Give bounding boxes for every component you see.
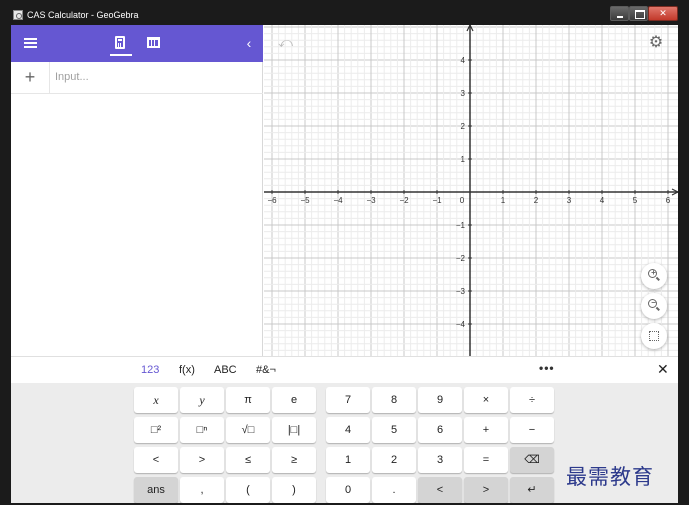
zoom-in-button[interactable]: + [641,263,667,289]
x-tick-label: −1 [432,196,442,205]
x-tick-label: −6 [267,196,277,205]
minimize-button[interactable] [610,6,629,21]
key-5[interactable]: 5 [372,417,416,443]
x-tick-label: −3 [366,196,376,205]
key-greater-equal[interactable]: ≥ [272,447,316,473]
keyboard-tab-abc[interactable]: ABC [214,363,237,377]
hamburger-menu-icon[interactable] [24,38,37,48]
key-3[interactable]: 3 [418,447,462,473]
key-8[interactable]: 8 [372,387,416,413]
key-greater-than[interactable]: > [180,447,224,473]
key-plus[interactable]: + [464,417,508,443]
table-tab-icon[interactable] [147,37,160,48]
key-minus[interactable]: − [510,417,554,443]
x-tick-label: 6 [666,196,671,205]
collapse-panel-chevron-icon[interactable]: ‹ [243,35,255,51]
key-comma[interactable]: , [180,477,224,503]
title-bar: CAS Calculator - GeoGebra ✕ [0,0,689,25]
keyboard-tab-symbols[interactable]: #&¬ [256,363,276,377]
key-right-arrow[interactable]: > [464,477,508,503]
key-backspace[interactable]: ⌫ [510,447,554,473]
x-tick-label: 0 [460,196,465,205]
y-tick-label: 4 [461,56,466,65]
fullscreen-button[interactable] [641,323,667,349]
watermark-text: 最需教育 [566,465,654,489]
key-equals[interactable]: = [464,447,508,473]
graphics-view[interactable]: −6 −5 −4 −3 −2 −1 0 1 2 3 4 5 6 4 3 2 1 −1 −2 −3 −4 ⤺ ⚙ + − [264,25,678,356]
key-9[interactable]: 9 [418,387,462,413]
algebra-input[interactable] [55,69,255,85]
key-ans[interactable]: ans [134,477,178,503]
key-left-paren[interactable]: ( [226,477,270,503]
keyboard-tab-bar: 123 f(x) ABC #&¬ ••• ✕ [11,356,678,383]
y-tick-label: 1 [461,155,466,164]
y-tick-label: 2 [461,122,466,131]
key-right-paren[interactable]: ) [272,477,316,503]
geogebra-app-icon [13,10,23,20]
y-tick-label: −4 [456,320,466,329]
window-frame: CAS Calculator - GeoGebra ✕ ‹ + Input...… [0,0,689,505]
key-abs[interactable]: |□| [272,417,316,443]
algebra-toolbar: ‹ [11,25,263,62]
key-multiply[interactable]: × [464,387,508,413]
window-title: CAS Calculator - GeoGebra [27,10,139,20]
key-1[interactable]: 1 [326,447,370,473]
algebra-input-row: + [11,62,263,94]
x-tick-label: 5 [633,196,638,205]
key-x[interactable]: x [134,387,178,413]
key-2[interactable]: 2 [372,447,416,473]
y-tick-label: −1 [456,221,466,230]
key-y[interactable]: y [180,387,224,413]
y-tick-label: 3 [461,89,466,98]
key-less-equal[interactable]: ≤ [226,447,270,473]
active-tab-indicator [110,54,132,56]
key-square[interactable]: □² [134,417,178,443]
y-tick-label: −3 [456,287,466,296]
settings-gear-icon[interactable]: ⚙ [648,35,664,51]
key-4[interactable]: 4 [326,417,370,443]
undo-icon[interactable]: ⤺ [278,35,296,49]
key-0[interactable]: 0 [326,477,370,503]
close-window-button[interactable]: ✕ [648,6,678,21]
x-tick-label: −2 [399,196,409,205]
key-left-arrow[interactable]: < [418,477,462,503]
fullscreen-icon [649,331,659,341]
key-sqrt[interactable]: √□ [226,417,270,443]
keyboard-close-button[interactable]: ✕ [657,361,669,377]
y-tick-label: −2 [456,254,466,263]
key-pi[interactable]: π [226,387,270,413]
keyboard-tab-functions[interactable]: f(x) [179,363,195,377]
key-less-than[interactable]: < [134,447,178,473]
key-divide[interactable]: ÷ [510,387,554,413]
input-divider [49,62,50,94]
keyboard-more-button[interactable]: ••• [539,361,555,375]
x-tick-label: 1 [501,196,506,205]
coordinate-grid[interactable]: −6 −5 −4 −3 −2 −1 0 1 2 3 4 5 6 4 3 2 1 −1 −2 −3 −4 [264,25,678,356]
key-power[interactable]: □ⁿ [180,417,224,443]
key-enter[interactable]: ↵ [510,477,554,503]
algebra-panel: ‹ + [11,25,263,356]
key-6[interactable]: 6 [418,417,462,443]
x-tick-label: 3 [567,196,572,205]
x-tick-label: 4 [600,196,605,205]
key-e[interactable]: e [272,387,316,413]
x-tick-label: −5 [300,196,310,205]
calculator-tab-icon[interactable] [115,36,125,49]
add-plus-icon[interactable]: + [23,68,37,86]
keyboard-tab-123[interactable]: 123 [141,363,159,377]
zoom-out-button[interactable]: − [641,293,667,319]
app-client-area: ‹ + −6−5−4−3−2−101234564321−1−2−3−4 ⤺ ⚙ … [11,25,678,503]
key-7[interactable]: 7 [326,387,370,413]
key-decimal[interactable]: . [372,477,416,503]
x-tick-label: 2 [534,196,539,205]
x-tick-label: −4 [333,196,343,205]
maximize-button[interactable] [629,6,648,21]
